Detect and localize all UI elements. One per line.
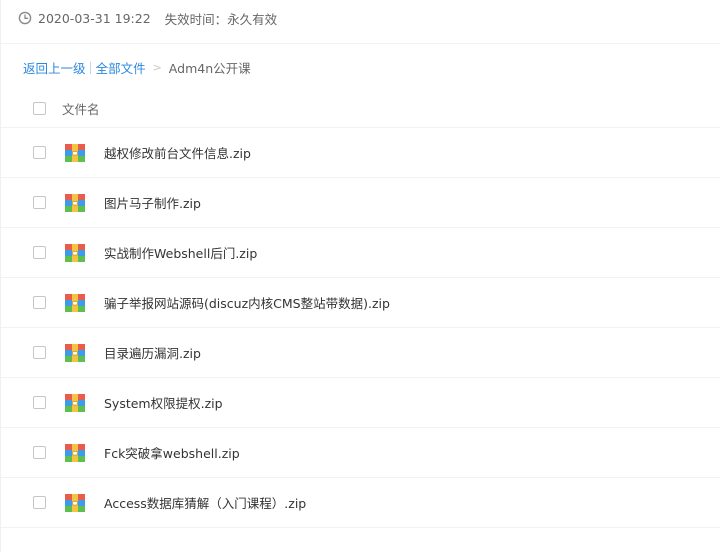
file-name[interactable]: Fck突破拿webshell.zip — [104, 443, 240, 462]
zip-archive-icon — [65, 343, 85, 362]
zip-archive-icon — [65, 193, 85, 212]
file-list: 越权修改前台文件信息.zip 图片马子制作.zip 实战制作Webshell后门… — [1, 128, 720, 528]
zip-archive-icon — [65, 393, 85, 412]
file-row[interactable]: 图片马子制作.zip — [1, 178, 720, 228]
all-files-link[interactable]: 全部文件 — [96, 58, 146, 77]
clock-icon — [18, 11, 32, 25]
file-checkbox[interactable] — [33, 396, 46, 409]
select-all-checkbox[interactable] — [33, 102, 46, 115]
zip-archive-icon — [65, 293, 85, 312]
zip-archive-icon — [65, 143, 85, 162]
file-name[interactable]: Access数据库猜解（入门课程）.zip — [104, 493, 306, 512]
back-up-link[interactable]: 返回上一级 — [23, 58, 86, 77]
file-checkbox[interactable] — [33, 246, 46, 259]
file-row[interactable]: Fck突破拿webshell.zip — [1, 428, 720, 478]
zip-archive-icon — [65, 243, 85, 262]
file-name[interactable]: System权限提权.zip — [104, 393, 223, 412]
file-name[interactable]: 实战制作Webshell后门.zip — [104, 243, 257, 262]
file-checkbox[interactable] — [33, 446, 46, 459]
share-date: 2020-03-31 19:22 — [38, 10, 151, 26]
file-row[interactable]: 目录遍历漏洞.zip — [1, 328, 720, 378]
breadcrumb-separator: | — [88, 60, 93, 74]
expire-time: 失效时间：永久有效 — [164, 11, 278, 27]
file-checkbox[interactable] — [33, 196, 46, 209]
file-checkbox[interactable] — [33, 346, 46, 359]
file-name[interactable]: 骗子举报网站源码(discuz内核CMS整站带数据).zip — [104, 293, 390, 312]
list-header: 文件名 — [1, 90, 720, 128]
share-page: 2020-03-31 19:22 失效时间：永久有效 返回上一级 | 全部文件 … — [0, 0, 720, 552]
current-folder: Adm4n公开课 — [168, 60, 251, 76]
file-checkbox[interactable] — [33, 296, 46, 309]
file-row[interactable]: Access数据库猜解（入门课程）.zip — [1, 478, 720, 528]
file-name[interactable]: 越权修改前台文件信息.zip — [104, 143, 251, 162]
zip-archive-icon — [65, 443, 85, 462]
file-checkbox[interactable] — [33, 146, 46, 159]
zip-archive-icon — [65, 493, 85, 512]
file-name[interactable]: 图片马子制作.zip — [104, 193, 201, 212]
file-name[interactable]: 目录遍历漏洞.zip — [104, 343, 201, 362]
share-info-bar: 2020-03-31 19:22 失效时间：永久有效 — [18, 8, 277, 28]
file-row[interactable]: 骗子举报网站源码(discuz内核CMS整站带数据).zip — [1, 278, 720, 328]
file-checkbox[interactable] — [33, 496, 46, 509]
breadcrumb-arrow: > — [152, 60, 162, 74]
file-row[interactable]: System权限提权.zip — [1, 378, 720, 428]
file-row[interactable]: 越权修改前台文件信息.zip — [1, 128, 720, 178]
file-row[interactable]: 实战制作Webshell后门.zip — [1, 228, 720, 278]
breadcrumb: 返回上一级 | 全部文件 > Adm4n公开课 — [23, 58, 251, 76]
filename-column-header: 文件名 — [62, 102, 100, 117]
top-divider — [1, 43, 720, 44]
